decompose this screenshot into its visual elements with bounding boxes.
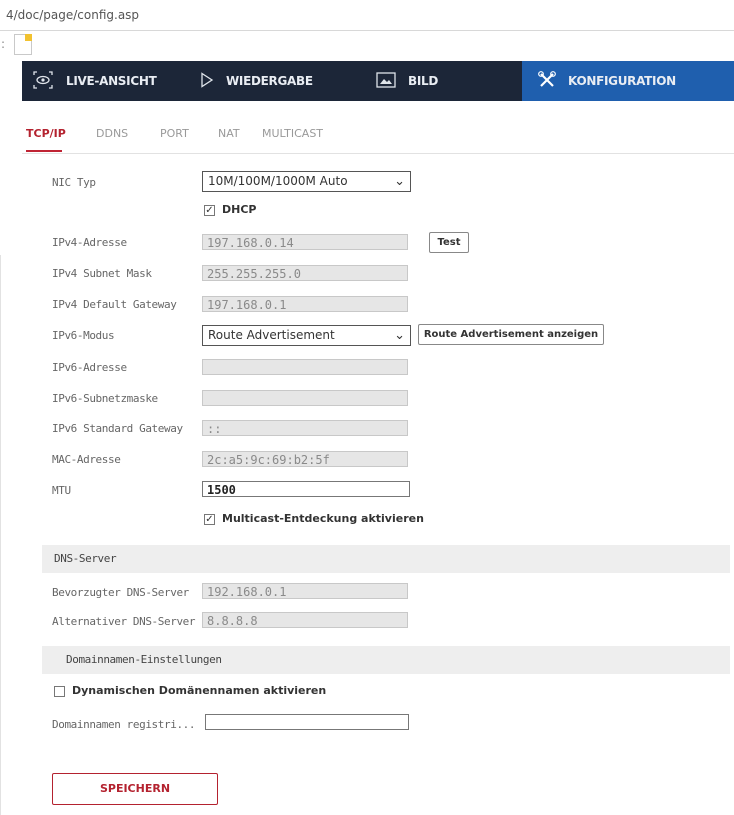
nav-live-view-label: LIVE-ANSICHT (66, 74, 157, 88)
nav-playback[interactable]: WIEDERGABE (190, 61, 366, 101)
mac-address-field[interactable]: 2c:a5:9c:69:b2:5f (202, 451, 408, 467)
url-text[interactable]: 4/doc/page/config.asp (6, 8, 139, 22)
ipv6-address-field[interactable] (202, 359, 408, 375)
nav-live-view[interactable]: LIVE-ANSICHT (22, 61, 190, 101)
ipv6-mode-select[interactable]: Route Advertisement ⌄ (202, 325, 411, 346)
tab-port[interactable]: PORT (160, 127, 189, 140)
browser-toolbar (0, 31, 734, 58)
nav-image[interactable]: BILD (366, 61, 522, 101)
domain-section-title: Domainnamen-Einstellungen (66, 653, 222, 666)
nav-image-label: BILD (408, 74, 439, 88)
route-advertisement-button[interactable]: Route Advertisement anzeigen (418, 324, 604, 345)
ipv6-mode-value: Route Advertisement (208, 328, 335, 342)
dynamic-domain-label: Dynamischen Domänennamen aktivieren (72, 684, 327, 697)
mtu-field[interactable]: 1500 (202, 481, 410, 497)
ipv6-mode-label: IPv6-Modus (52, 329, 115, 342)
nic-type-value: 10M/100M/1000M Auto (208, 174, 348, 188)
nav-playback-label: WIEDERGABE (226, 74, 313, 88)
chevron-down-icon: ⌄ (394, 174, 405, 189)
register-domain-field[interactable] (205, 714, 409, 730)
ipv6-address-label: IPv6-Adresse (52, 361, 127, 374)
ipv4-address-label: IPv4-Adresse (52, 236, 127, 249)
ipv4-address-field[interactable]: 197.168.0.14 (202, 234, 408, 250)
domain-section-header: Domainnamen-Einstellungen (42, 646, 730, 674)
tab-ddns[interactable]: DDNS (96, 127, 128, 140)
tab-nat[interactable]: NAT (218, 127, 240, 140)
multicast-checkbox[interactable]: ✓ (204, 514, 215, 525)
tabs-divider (22, 153, 734, 154)
ipv4-mask-field[interactable]: 255.255.255.0 (202, 265, 408, 281)
ipv6-gateway-label: IPv6 Standard Gateway (52, 422, 183, 435)
alternate-dns-field[interactable]: 8.8.8.8 (202, 612, 408, 628)
save-button[interactable]: SPEICHERN (52, 773, 218, 805)
left-border (0, 255, 1, 815)
tools-icon (538, 70, 556, 92)
chevron-down-icon: ⌄ (394, 328, 405, 343)
alternate-dns-label: Alternativer DNS-Server (52, 615, 196, 628)
tab-tcpip[interactable]: TCP/IP (26, 127, 66, 140)
ipv4-mask-label: IPv4 Subnet Mask (52, 267, 152, 280)
mac-address-label: MAC-Adresse (52, 453, 121, 466)
address-bar[interactable]: 4/doc/page/config.asp (0, 0, 734, 31)
toolbar-separator-icon: : (1, 37, 6, 51)
nav-configuration[interactable]: KONFIGURATION (522, 61, 734, 101)
active-tab-indicator (26, 150, 62, 152)
ipv6-subnet-label: IPv6-Subnetzmaske (52, 392, 158, 405)
preferred-dns-field[interactable]: 192.168.0.1 (202, 583, 408, 599)
register-domain-label: Domainnamen registri... (52, 718, 196, 731)
play-icon (200, 71, 214, 91)
nic-type-select[interactable]: 10M/100M/1000M Auto ⌄ (202, 171, 411, 192)
multicast-label: Multicast-Entdeckung aktivieren (222, 512, 424, 525)
dynamic-domain-checkbox[interactable] (54, 686, 65, 697)
dhcp-label: DHCP (222, 203, 257, 216)
eye-icon (32, 70, 54, 92)
ipv4-gateway-field[interactable]: 197.168.0.1 (202, 296, 408, 312)
nav-configuration-label: KONFIGURATION (568, 74, 676, 88)
dns-section-title: DNS-Server (54, 552, 117, 565)
dhcp-checkbox[interactable]: ✓ (204, 205, 215, 216)
nic-type-label: NIC Typ (52, 176, 96, 189)
page-icon[interactable] (14, 34, 32, 55)
preferred-dns-label: Bevorzugter DNS-Server (52, 586, 189, 599)
ipv6-gateway-field[interactable]: :: (202, 420, 408, 436)
ipv6-subnet-field[interactable] (202, 390, 408, 406)
tab-multicast[interactable]: MULTICAST (262, 127, 323, 140)
ipv4-gateway-label: IPv4 Default Gateway (52, 298, 177, 311)
image-icon (376, 71, 396, 91)
test-button[interactable]: Test (429, 232, 469, 253)
main-nav: LIVE-ANSICHT WIEDERGABE BILD KONFIGURATI… (22, 61, 734, 101)
dns-section-header: DNS-Server (42, 545, 730, 573)
mtu-label: MTU (52, 484, 71, 497)
